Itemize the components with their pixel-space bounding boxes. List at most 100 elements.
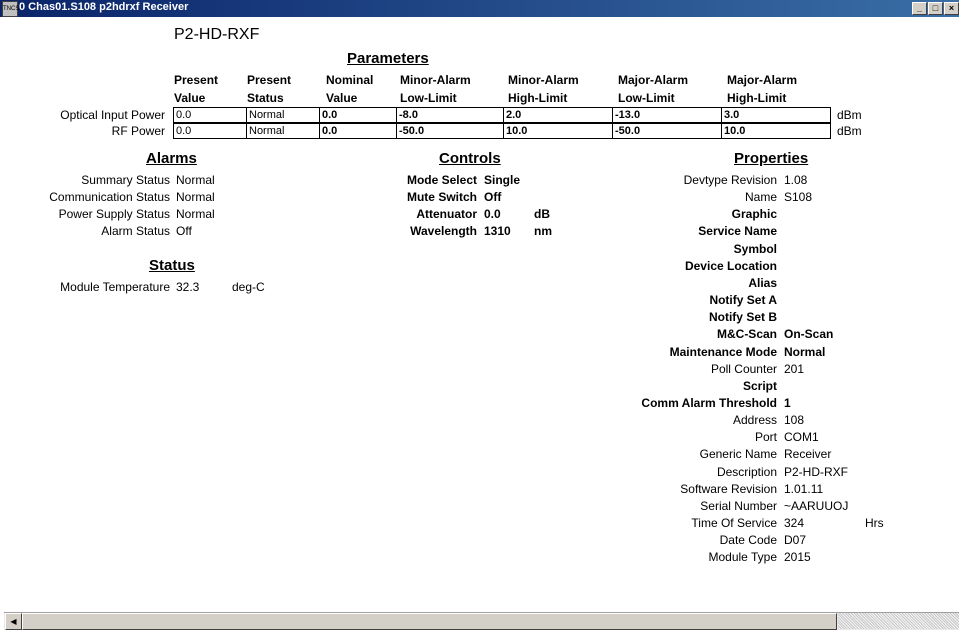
- property-label: M&C-Scan: [716, 327, 777, 341]
- property-label: Generic Name: [699, 447, 777, 461]
- property-value: 201: [784, 362, 805, 376]
- property-label: Device Location: [684, 259, 777, 273]
- property-value: D07: [784, 533, 807, 547]
- alarm-label: Communication Status: [49, 190, 170, 204]
- present-value-cell[interactable]: 0.0: [173, 123, 247, 139]
- control-unit: dB: [534, 207, 550, 221]
- nominal-value-cell[interactable]: 0.0: [319, 107, 397, 123]
- minor-low-limit-cell[interactable]: -8.0: [396, 107, 504, 123]
- control-label: Attenuator: [416, 207, 477, 221]
- control-value[interactable]: 0.0: [484, 206, 501, 223]
- property-label: Date Code: [719, 533, 777, 547]
- property-unit: Hrs: [865, 516, 884, 530]
- control-label: Wavelength: [410, 224, 477, 238]
- column-header: Minor-Alarm High-Limit: [508, 73, 579, 105]
- property-value: 1: [784, 396, 791, 410]
- property-label: Service Name: [698, 224, 777, 238]
- nominal-value-cell[interactable]: 0.0: [319, 123, 397, 139]
- property-value: Normal: [784, 345, 826, 359]
- major-high-limit-cell[interactable]: 10.0: [721, 123, 831, 139]
- minimize-button[interactable]: _: [912, 2, 927, 15]
- parameters-heading: Parameters: [347, 50, 429, 67]
- column-header: Present Value: [174, 73, 219, 105]
- alarm-value: Normal: [176, 173, 215, 187]
- property-label: Alias: [748, 276, 777, 290]
- property-label: Serial Number: [700, 499, 777, 513]
- column-header: Major-Alarm Low-Limit: [618, 73, 689, 105]
- property-value: S108: [784, 190, 813, 204]
- property-value: Receiver: [784, 447, 832, 461]
- major-high-limit-cell[interactable]: 3.0: [721, 107, 831, 123]
- unit-label: dBm: [837, 108, 862, 122]
- device-title: P2-HD-RXF: [174, 26, 260, 43]
- column-header: Major-Alarm High-Limit: [727, 73, 798, 105]
- properties-heading: Properties: [734, 150, 809, 167]
- column-header: Present Status: [247, 73, 292, 105]
- property-label: Software Revision: [680, 482, 777, 496]
- status-value: 32.3: [176, 280, 200, 294]
- minor-low-limit-cell[interactable]: -50.0: [396, 123, 504, 139]
- present-status-cell[interactable]: Normal: [246, 107, 320, 123]
- property-value: 1.01.11: [784, 482, 824, 496]
- minor-high-limit-cell[interactable]: 10.0: [503, 123, 613, 139]
- property-label: Address: [732, 413, 777, 427]
- property-value: 108: [784, 413, 805, 427]
- control-label: Mute Switch: [406, 190, 477, 204]
- control-unit: nm: [534, 224, 552, 238]
- unit-label: dBm: [837, 124, 862, 138]
- scrollbar-thumb[interactable]: [22, 613, 837, 630]
- property-label: Devtype Revision: [683, 173, 777, 187]
- left-arrow-icon: ◀: [10, 617, 17, 626]
- property-value: 2015: [784, 550, 811, 564]
- control-label: Mode Select: [406, 173, 477, 187]
- property-label: Poll Counter: [710, 362, 777, 376]
- property-label: Script: [742, 379, 777, 393]
- property-value: COM1: [784, 430, 819, 444]
- alarm-value: Normal: [176, 190, 215, 204]
- property-value: 324: [784, 516, 805, 530]
- alarm-label: Power Supply Status: [58, 207, 170, 221]
- status-heading: Status: [149, 257, 195, 274]
- window-title-bar[interactable]: TNCS 0 Chas01.S108 p2hdrxf Receiver _ □ …: [0, 0, 959, 17]
- window-title: 0 Chas01.S108 p2hdrxf Receiver: [19, 1, 189, 13]
- controls-heading: Controls: [439, 150, 501, 167]
- present-value-cell[interactable]: 0.0: [173, 107, 247, 123]
- property-label: Comm Alarm Threshold: [641, 396, 777, 410]
- property-value: P2-HD-RXF: [784, 465, 849, 479]
- property-label: Description: [716, 465, 777, 479]
- property-label: Symbol: [733, 242, 777, 256]
- column-header: Nominal Value: [326, 73, 374, 105]
- major-low-limit-cell[interactable]: -13.0: [612, 107, 722, 123]
- scroll-left-button[interactable]: ◀: [5, 613, 22, 630]
- row-label-rf-power: RF Power: [111, 124, 165, 138]
- property-label: Module Type: [708, 550, 778, 564]
- control-value[interactable]: 1310: [484, 223, 511, 240]
- alarm-label: Summary Status: [81, 173, 170, 187]
- major-low-limit-cell[interactable]: -50.0: [612, 123, 722, 139]
- status-unit: deg-C: [232, 280, 265, 294]
- app-icon[interactable]: TNCS: [2, 1, 19, 17]
- property-label: Maintenance Mode: [669, 345, 777, 359]
- property-value: On-Scan: [784, 327, 834, 341]
- alarm-label: Alarm Status: [101, 224, 170, 238]
- status-label: Module Temperature: [60, 280, 170, 294]
- property-label: Port: [754, 430, 777, 444]
- control-value[interactable]: Off: [484, 189, 501, 206]
- minor-high-limit-cell[interactable]: 2.0: [503, 107, 613, 123]
- property-label: Notify Set B: [708, 310, 777, 324]
- property-label: Time Of Service: [691, 516, 777, 530]
- column-header: Minor-Alarm Low-Limit: [400, 73, 471, 105]
- property-label: Notify Set A: [709, 293, 777, 307]
- property-label: Name: [744, 190, 777, 204]
- row-label-optical-input-power: Optical Input Power: [60, 108, 165, 122]
- control-value[interactable]: Single: [484, 172, 520, 189]
- alarm-value: Off: [176, 224, 192, 238]
- present-status-cell[interactable]: Normal: [246, 123, 320, 139]
- property-label: Graphic: [731, 207, 777, 221]
- scrollbar-track[interactable]: [838, 613, 959, 629]
- alarm-value: Normal: [176, 207, 215, 221]
- property-value: 1.08: [784, 173, 808, 187]
- close-button[interactable]: ×: [944, 2, 959, 15]
- property-value: ~AARUUOJ: [784, 499, 849, 513]
- maximize-button[interactable]: □: [928, 2, 943, 15]
